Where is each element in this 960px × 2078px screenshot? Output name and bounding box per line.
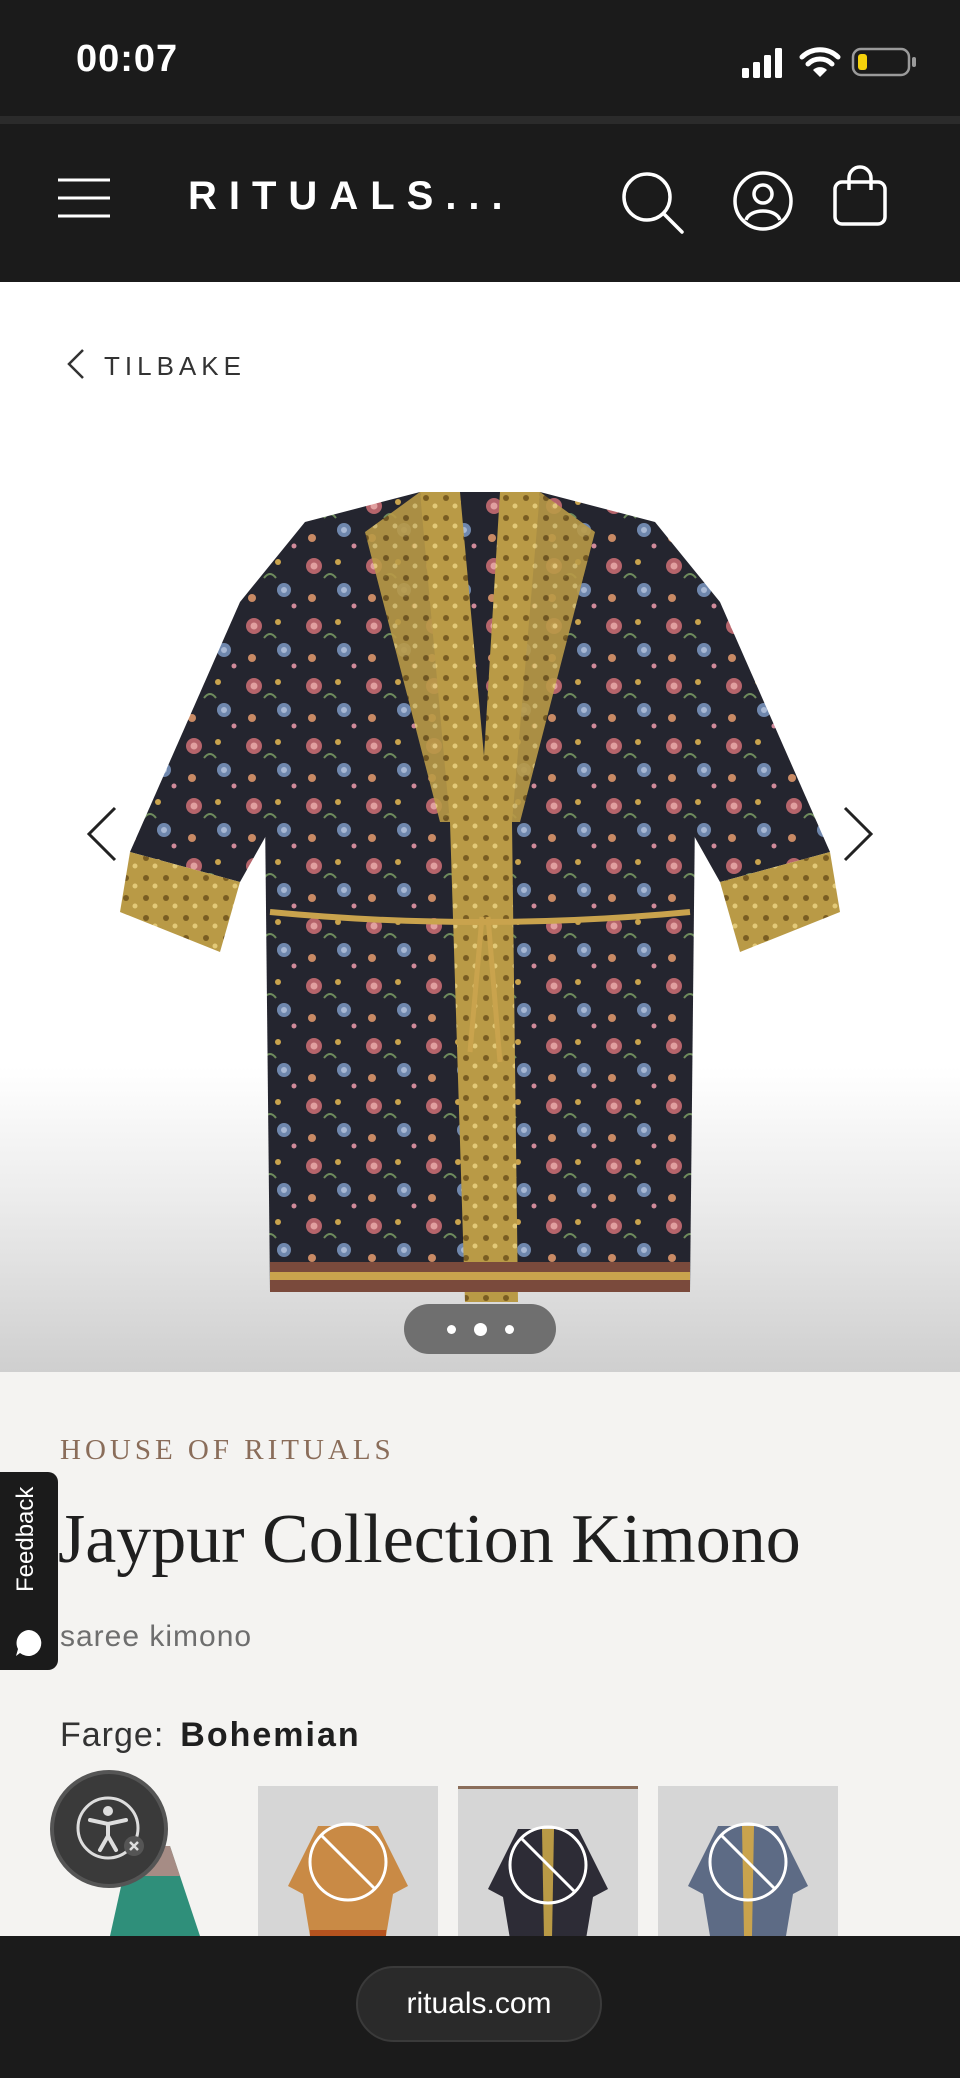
gallery-dot[interactable] [446, 1324, 456, 1334]
accessibility-button[interactable] [50, 1770, 168, 1888]
gallery-pagination[interactable] [404, 1304, 556, 1354]
site-header: RITUALS... [0, 124, 960, 282]
swatch-blue[interactable] [658, 1786, 838, 1938]
status-icons [740, 40, 920, 84]
feedback-label: Feedback [12, 1486, 39, 1592]
chevron-left-icon [66, 348, 86, 385]
color-value: Bohemian [180, 1716, 361, 1754]
chevron-left-icon [86, 806, 118, 867]
status-time: 00:07 [76, 38, 179, 80]
swatch-bohemian[interactable] [458, 1786, 638, 1941]
swatch-orange[interactable] [258, 1786, 438, 1938]
color-selector-label: Farge: Bohemian [60, 1716, 361, 1755]
browser-url-bar: rituals.com [0, 1936, 960, 2078]
rituals-logo[interactable]: RITUALS... [188, 174, 515, 219]
back-link[interactable]: TILBAKE [66, 348, 246, 385]
battery-icon [851, 47, 916, 77]
account-icon[interactable] [732, 170, 794, 237]
chat-bubble-icon [14, 1628, 44, 1663]
status-divider [0, 116, 960, 124]
gallery-dot[interactable] [504, 1324, 514, 1334]
accessibility-icon [74, 1794, 146, 1871]
search-icon[interactable] [620, 170, 686, 241]
wifi-icon [799, 47, 841, 77]
unavailable-icon [306, 1820, 390, 1909]
product-title: Jaypur Collection Kimono [58, 1501, 801, 1578]
hamburger-icon[interactable] [56, 176, 112, 225]
product-image [120, 492, 840, 1302]
unavailable-icon [506, 1823, 590, 1912]
gallery-next-button[interactable] [828, 796, 888, 876]
shopping-bag-icon[interactable] [832, 164, 888, 233]
color-label: Farge: [60, 1716, 165, 1754]
gallery-dot-active[interactable] [473, 1322, 487, 1336]
unavailable-icon [706, 1820, 790, 1909]
url-field[interactable]: rituals.com [356, 1966, 602, 2042]
product-subtitle: saree kimono [60, 1620, 253, 1653]
product-gallery[interactable]: TILBAKE [0, 282, 960, 1372]
gallery-prev-button[interactable] [72, 796, 132, 876]
cellular-signal-icon [742, 48, 782, 78]
feedback-tab[interactable]: Feedback [0, 1472, 58, 1670]
status-bar: 00:07 [0, 0, 960, 116]
product-brand[interactable]: HOUSE OF RITUALS [60, 1434, 395, 1467]
back-label: TILBAKE [104, 351, 246, 381]
chevron-right-icon [842, 806, 874, 867]
